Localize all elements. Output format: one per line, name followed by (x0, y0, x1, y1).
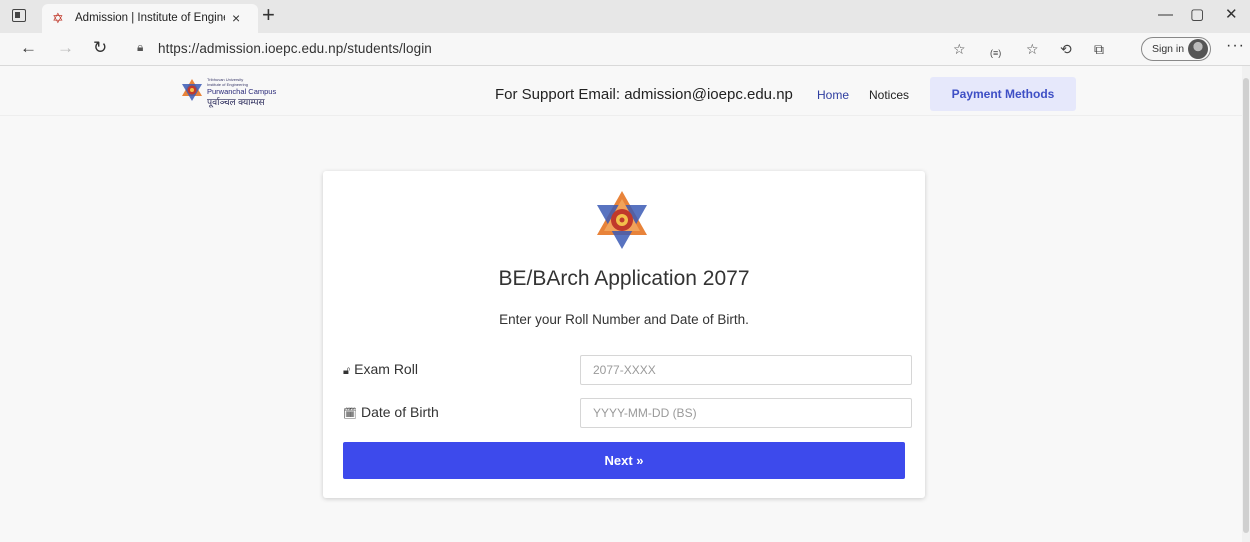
address-bar[interactable]: https://admission.ioepc.edu.np/students/… (158, 41, 432, 56)
tab-title: Admission | Institute of Engineer (75, 12, 225, 24)
campus-logo[interactable]: Tribhuvan University Institute of Enginee… (181, 77, 281, 107)
dob-input[interactable] (580, 398, 912, 428)
reader-mode-icon[interactable]: (≡) (990, 44, 1001, 62)
avatar (1188, 39, 1208, 59)
tab-close-icon[interactable]: × (232, 10, 240, 26)
maximize-button[interactable]: ▢ (1190, 6, 1204, 24)
collections-icon[interactable]: ⧉ (1094, 40, 1104, 58)
sign-in-label: Sign in (1152, 43, 1185, 55)
site-header: Tribhuvan University Institute of Enginee… (0, 66, 1242, 116)
nav-notices-link[interactable]: Notices (869, 88, 909, 102)
lock-icon[interactable]: 🔒︎ (137, 40, 143, 55)
brand-tagline: Tribhuvan University Institute of Enginee… (207, 77, 248, 87)
refresh-button[interactable]: ↻ (93, 38, 107, 58)
support-email-text: For Support Email: admission@ioepc.edu.n… (495, 86, 793, 103)
site-favicon-icon: ✡ (52, 10, 64, 26)
payment-methods-button[interactable]: Payment Methods (930, 77, 1076, 111)
favorite-star-icon[interactable]: ☆ (953, 40, 966, 58)
new-tab-button[interactable]: + (262, 3, 275, 27)
campus-emblem-icon (182, 79, 202, 101)
close-window-button[interactable]: ✕ (1225, 6, 1238, 24)
sign-in-button[interactable]: Sign in (1141, 37, 1211, 61)
exam-roll-label: 🔓︎ Exam Roll (343, 361, 418, 377)
minimize-button[interactable]: — (1158, 6, 1173, 24)
favorites-icon[interactable]: ☆ (1026, 40, 1039, 58)
lock-icon: 🔓︎ (343, 365, 351, 377)
forward-button[interactable]: → (57, 38, 74, 58)
brand-name-devanagari: पूर्वाञ्चल क्याम्पस (207, 97, 265, 107)
more-menu-icon[interactable]: ··· (1226, 37, 1245, 55)
page-scrollbar[interactable] (1242, 66, 1250, 542)
dob-label: 🗓︎ Date of Birth (343, 404, 439, 420)
back-button[interactable]: ← (20, 38, 37, 58)
page-title: BE/BArch Application 2077 (498, 267, 750, 290)
window-menu-icon[interactable] (12, 9, 26, 22)
exam-roll-input[interactable] (580, 355, 912, 385)
browser-toolbar: ← → ↻ 🔒︎ https://admission.ioepc.edu.np/… (0, 33, 1250, 66)
login-card: BE/BArch Application 2077 Enter your Rol… (323, 171, 925, 498)
browser-tab-bar: ✡ Admission | Institute of Engineer × + … (0, 0, 1250, 33)
page-content: Tribhuvan University Institute of Enginee… (0, 66, 1250, 542)
nav-home-link[interactable]: Home (817, 88, 849, 102)
calendar-icon: 🗓︎ (343, 408, 357, 420)
history-icon[interactable]: ⟲ (1060, 40, 1072, 58)
next-button[interactable]: Next » (343, 442, 905, 479)
campus-emblem-icon (597, 191, 647, 249)
page-subtitle: Enter your Roll Number and Date of Birth… (499, 312, 749, 327)
browser-tab[interactable]: ✡ Admission | Institute of Engineer × (42, 4, 258, 33)
